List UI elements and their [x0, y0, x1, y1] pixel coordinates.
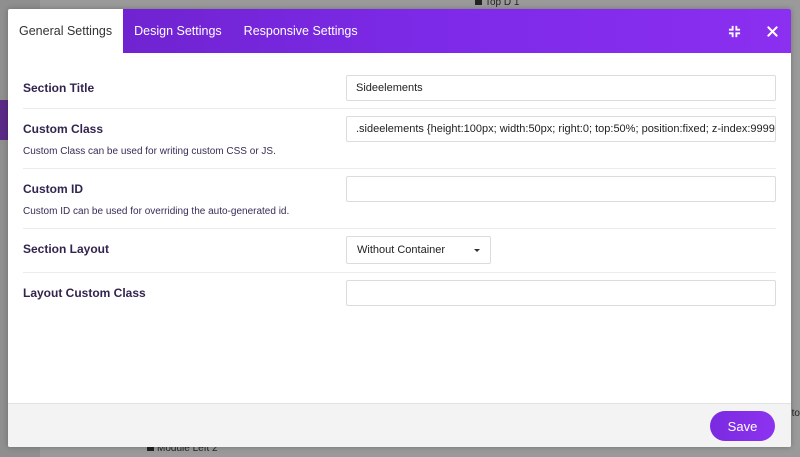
modal-header: General Settings Design Settings Respons… [8, 9, 791, 53]
save-button[interactable]: Save [710, 411, 775, 441]
section-title-input[interactable]: Sideelements [346, 75, 776, 101]
tab-responsive-settings[interactable]: Responsive Settings [233, 9, 369, 53]
caret-down-icon [474, 248, 480, 252]
section-layout-value: Without Container [357, 244, 446, 256]
custom-id-input[interactable] [346, 176, 776, 202]
row-custom-id: Custom ID Custom ID can be used for over… [23, 169, 776, 229]
minimize-button[interactable] [715, 9, 753, 53]
settings-modal: General Settings Design Settings Respons… [8, 9, 791, 447]
modal-body: Section Title Sideelements Custom Class … [8, 53, 791, 403]
modal-footer: Save [8, 403, 791, 447]
section-layout-select[interactable]: Without Container [346, 236, 491, 264]
tab-design-settings[interactable]: Design Settings [123, 9, 233, 53]
cube-icon [475, 0, 482, 5]
row-section-title: Section Title Sideelements [23, 53, 776, 109]
custom-class-input[interactable]: .sideelements {height:100px; width:50px;… [346, 116, 776, 142]
header-actions [715, 9, 791, 53]
row-layout-custom-class: Layout Custom Class [23, 273, 776, 317]
close-button[interactable] [753, 9, 791, 53]
compress-icon [728, 25, 740, 37]
close-icon [766, 25, 778, 37]
custom-id-label: Custom ID [23, 182, 83, 196]
tab-general-settings[interactable]: General Settings [8, 9, 124, 53]
custom-class-help: Custom Class can be used for writing cus… [23, 146, 276, 157]
custom-id-help: Custom ID can be used for overriding the… [23, 206, 290, 217]
layout-custom-class-input[interactable] [346, 280, 776, 306]
section-layout-label: Section Layout [23, 242, 110, 256]
section-title-label: Section Title [23, 81, 95, 95]
background-module-top: Top D 1 [475, 0, 519, 8]
custom-class-label: Custom Class [23, 122, 104, 136]
layout-custom-class-label: Layout Custom Class [23, 286, 146, 300]
background-right-label: to [791, 408, 800, 419]
row-custom-class: Custom Class Custom Class can be used fo… [23, 109, 776, 169]
row-section-layout: Section Layout Without Container [23, 229, 776, 273]
